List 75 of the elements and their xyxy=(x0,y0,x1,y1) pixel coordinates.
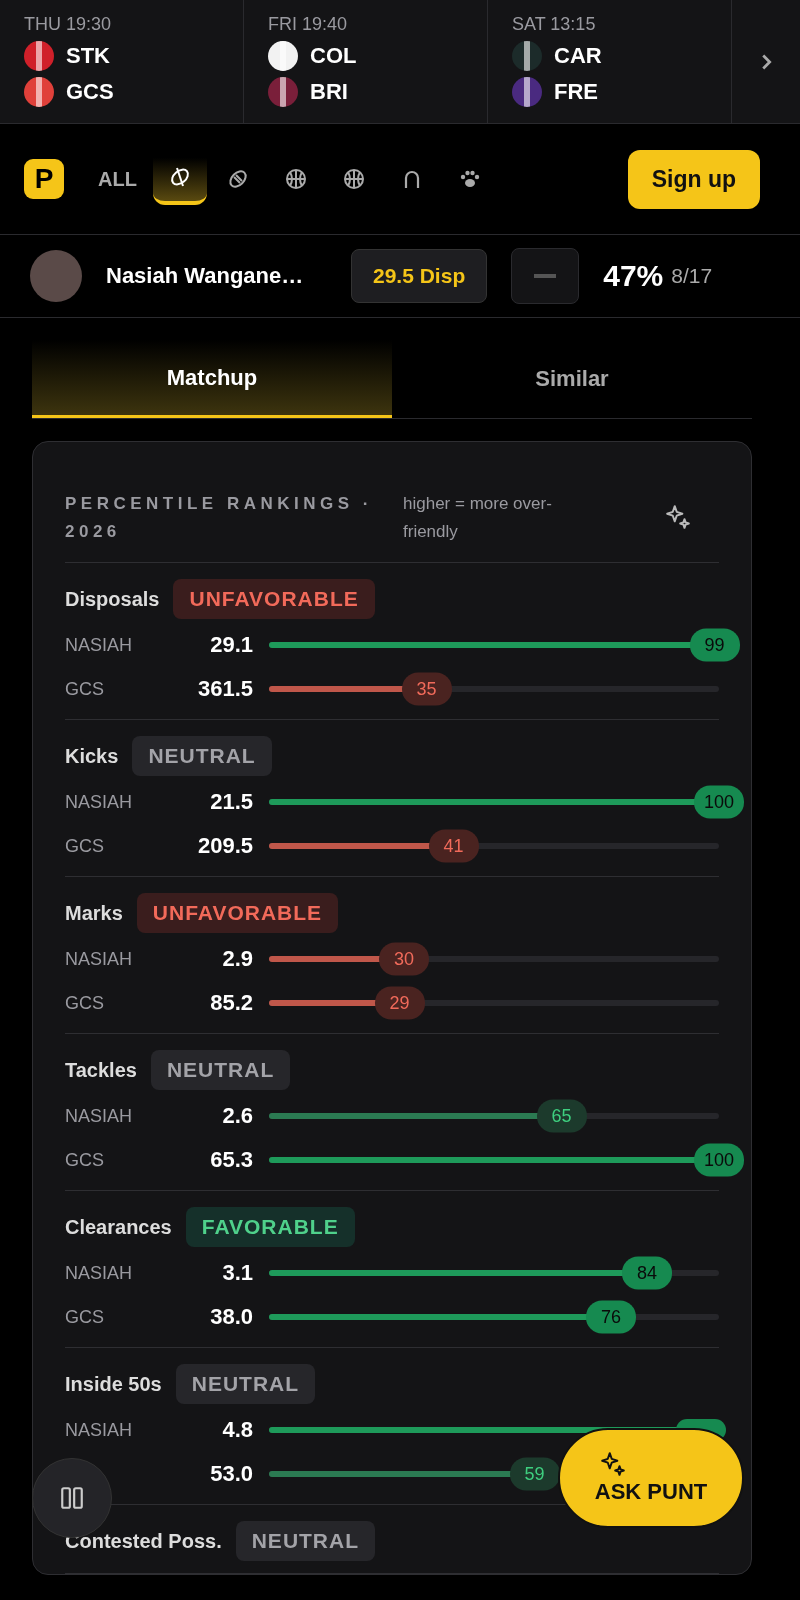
card-note: higher = more over-friendly xyxy=(403,493,553,543)
stat-value: 361.5 xyxy=(196,676,253,702)
stat-name: Kicks xyxy=(65,744,119,768)
basketball-icon xyxy=(283,167,308,191)
card-title: PERCENTILE RANKINGS · 2026 xyxy=(65,493,374,543)
player-name: Nasiah Wangane… xyxy=(106,263,305,289)
percentile-pill: 65 xyxy=(536,1099,587,1133)
row-label: GCS xyxy=(65,992,105,1014)
stat-name: Marks xyxy=(65,901,123,925)
match-time: FRI 19:40 xyxy=(268,14,349,35)
percentile-pill: 100 xyxy=(694,1143,744,1177)
rating-badge: FAVORABLE xyxy=(185,1207,355,1247)
sign-up-button[interactable]: Sign up xyxy=(627,149,760,209)
stat-value: 29.1 xyxy=(209,632,253,658)
stat-value: 4.8 xyxy=(221,1417,253,1443)
sport-filter-tab[interactable]: ALL xyxy=(86,153,149,205)
sparkle-icon xyxy=(600,1451,626,1477)
rating-badge: NEUTRAL xyxy=(132,736,272,776)
percentile-pill: 35 xyxy=(401,672,452,706)
minus-button[interactable] xyxy=(511,248,580,304)
team-code: COL xyxy=(310,43,357,69)
stat-value: 85.2 xyxy=(209,990,253,1016)
stat-value: 53.0 xyxy=(209,1461,253,1487)
row-label: NASIAH xyxy=(65,1262,134,1284)
row-label: GCS xyxy=(65,1149,105,1171)
stat-value: 65.3 xyxy=(209,1147,253,1173)
app-logo[interactable]: P xyxy=(24,159,64,199)
stat-value: 2.6 xyxy=(221,1103,253,1129)
team-code: FRE xyxy=(554,79,598,105)
match-time: THU 19:30 xyxy=(24,14,113,35)
team-code: BRI xyxy=(310,79,348,105)
row-label: GCS xyxy=(65,1306,105,1328)
row-label: NASIAH xyxy=(65,948,134,970)
percentile-pill: 100 xyxy=(694,785,744,819)
rating-badge: UNFAVORABLE xyxy=(173,579,375,619)
rating-badge: NEUTRAL xyxy=(150,1050,291,1090)
percentile-pill: 84 xyxy=(622,1256,672,1290)
avatar xyxy=(30,250,82,302)
percentile-pill: 76 xyxy=(586,1300,636,1334)
team-code: CAR xyxy=(554,43,602,69)
sparkle-icon xyxy=(665,504,691,530)
rating-badge: UNFAVORABLE xyxy=(136,893,339,933)
hit-rate: 47% xyxy=(603,259,664,293)
stat-value: 2.9 xyxy=(221,946,253,972)
stat-name: Tackles xyxy=(65,1058,137,1082)
percentile-pill: 99 xyxy=(689,628,740,662)
hit-record: 8/17 xyxy=(671,264,713,288)
stat-value: 38.0 xyxy=(209,1304,253,1330)
columns-icon xyxy=(59,1485,85,1511)
team-code: GCS xyxy=(66,79,114,105)
percentile-pill: 29 xyxy=(374,986,425,1020)
row-label: NASIAH xyxy=(65,634,134,656)
row-label: NASIAH xyxy=(65,1105,134,1127)
percentile-pill: 59 xyxy=(509,1457,560,1491)
tab[interactable]: Similar xyxy=(392,340,752,418)
stat-name: Disposals xyxy=(65,587,160,611)
row-label: GCS xyxy=(65,678,105,700)
stat-name: Clearances xyxy=(65,1215,172,1239)
prop-line-button[interactable]: 29.5 Disp xyxy=(351,249,488,303)
stat-value: 21.5 xyxy=(209,789,253,815)
percentile-pill: 30 xyxy=(379,942,429,976)
percentile-pill: 41 xyxy=(428,829,479,863)
stat-value: 209.5 xyxy=(196,833,253,859)
minus-icon xyxy=(534,274,557,278)
stat-value: 3.1 xyxy=(221,1260,253,1286)
rating-badge: NEUTRAL xyxy=(175,1364,316,1404)
row-label: NASIAH xyxy=(65,1419,134,1441)
rating-badge: NEUTRAL xyxy=(235,1521,376,1561)
team-code: STK xyxy=(66,43,110,69)
basketball-icon xyxy=(341,167,366,191)
row-label: GCS xyxy=(65,835,105,857)
row-label: NASIAH xyxy=(65,791,134,813)
stat-name: Inside 50s xyxy=(65,1372,162,1396)
match-time: SAT 13:15 xyxy=(512,14,597,35)
stat-name: Contested Poss. xyxy=(65,1529,222,1553)
